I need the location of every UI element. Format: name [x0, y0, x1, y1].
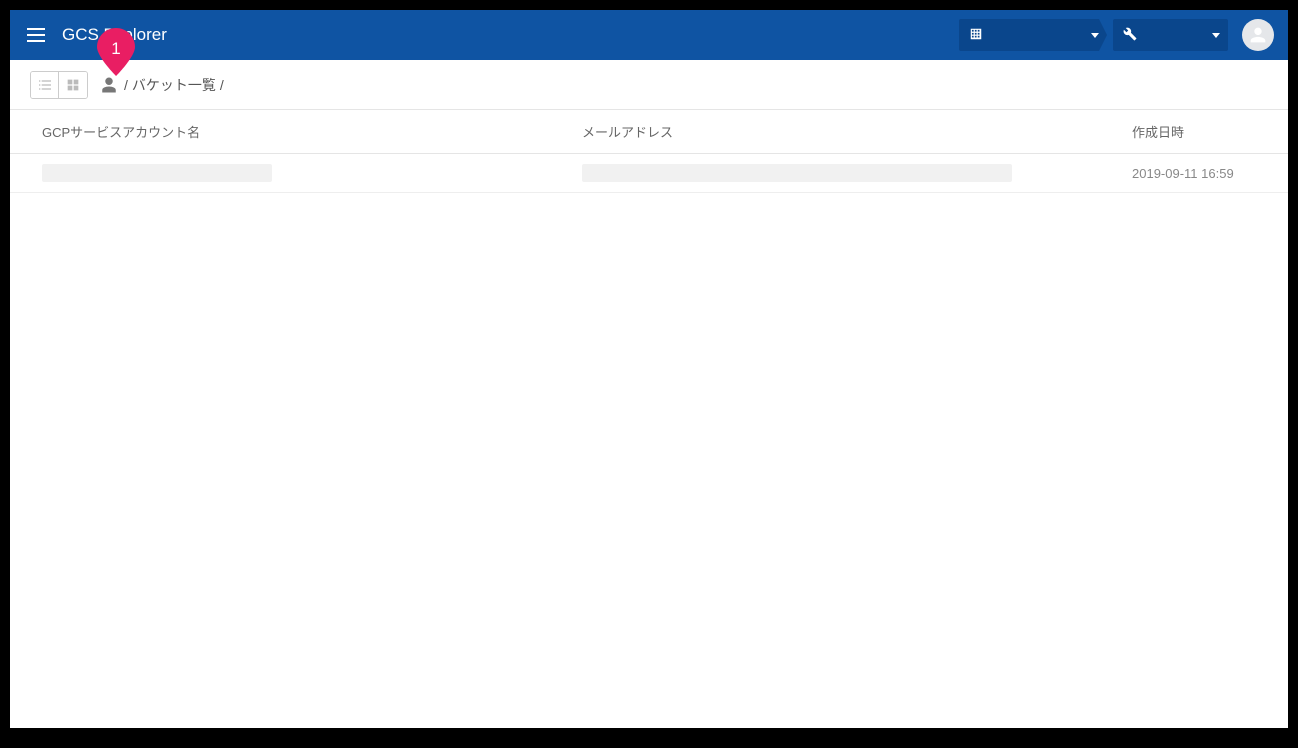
wrench-icon [1123, 27, 1137, 44]
breadcrumb-separator: / [124, 77, 128, 93]
column-header-created[interactable]: 作成日時 [1132, 122, 1256, 141]
cell-email [582, 164, 1132, 182]
chevron-down-icon [1212, 33, 1220, 38]
tool-selector[interactable] [1113, 19, 1228, 51]
toolbar: / バケット一覧 / [10, 60, 1288, 110]
list-view-button[interactable] [31, 72, 59, 98]
annotation-pin-number: 1 [97, 39, 135, 59]
user-avatar[interactable] [1242, 19, 1274, 51]
app-header: GCS Explorer 1 [10, 10, 1288, 60]
grid-view-button[interactable] [59, 72, 87, 98]
breadcrumb: / バケット一覧 / [100, 75, 228, 95]
column-header-name[interactable]: GCPサービスアカウント名 [42, 122, 582, 141]
table-row[interactable]: 2019-09-11 16:59 [10, 154, 1288, 193]
org-selector[interactable] [959, 19, 1107, 51]
column-header-email[interactable]: メールアドレス [582, 122, 1132, 141]
cell-name [42, 164, 582, 182]
table-header: GCPサービスアカウント名 メールアドレス 作成日時 [10, 110, 1288, 154]
app-window: GCS Explorer 1 [10, 10, 1288, 728]
header-right [959, 19, 1274, 51]
account-icon [100, 76, 118, 94]
redacted-content [582, 164, 1012, 182]
building-icon [969, 27, 983, 44]
view-toggle [30, 71, 88, 99]
breadcrumb-item[interactable]: バケット一覧 [132, 75, 216, 95]
annotation-pin-1: 1 [97, 28, 135, 76]
menu-button[interactable] [24, 23, 48, 47]
chevron-down-icon [1091, 33, 1099, 38]
breadcrumb-separator: / [220, 77, 224, 93]
cell-created: 2019-09-11 16:59 [1132, 166, 1256, 181]
redacted-content [42, 164, 272, 182]
